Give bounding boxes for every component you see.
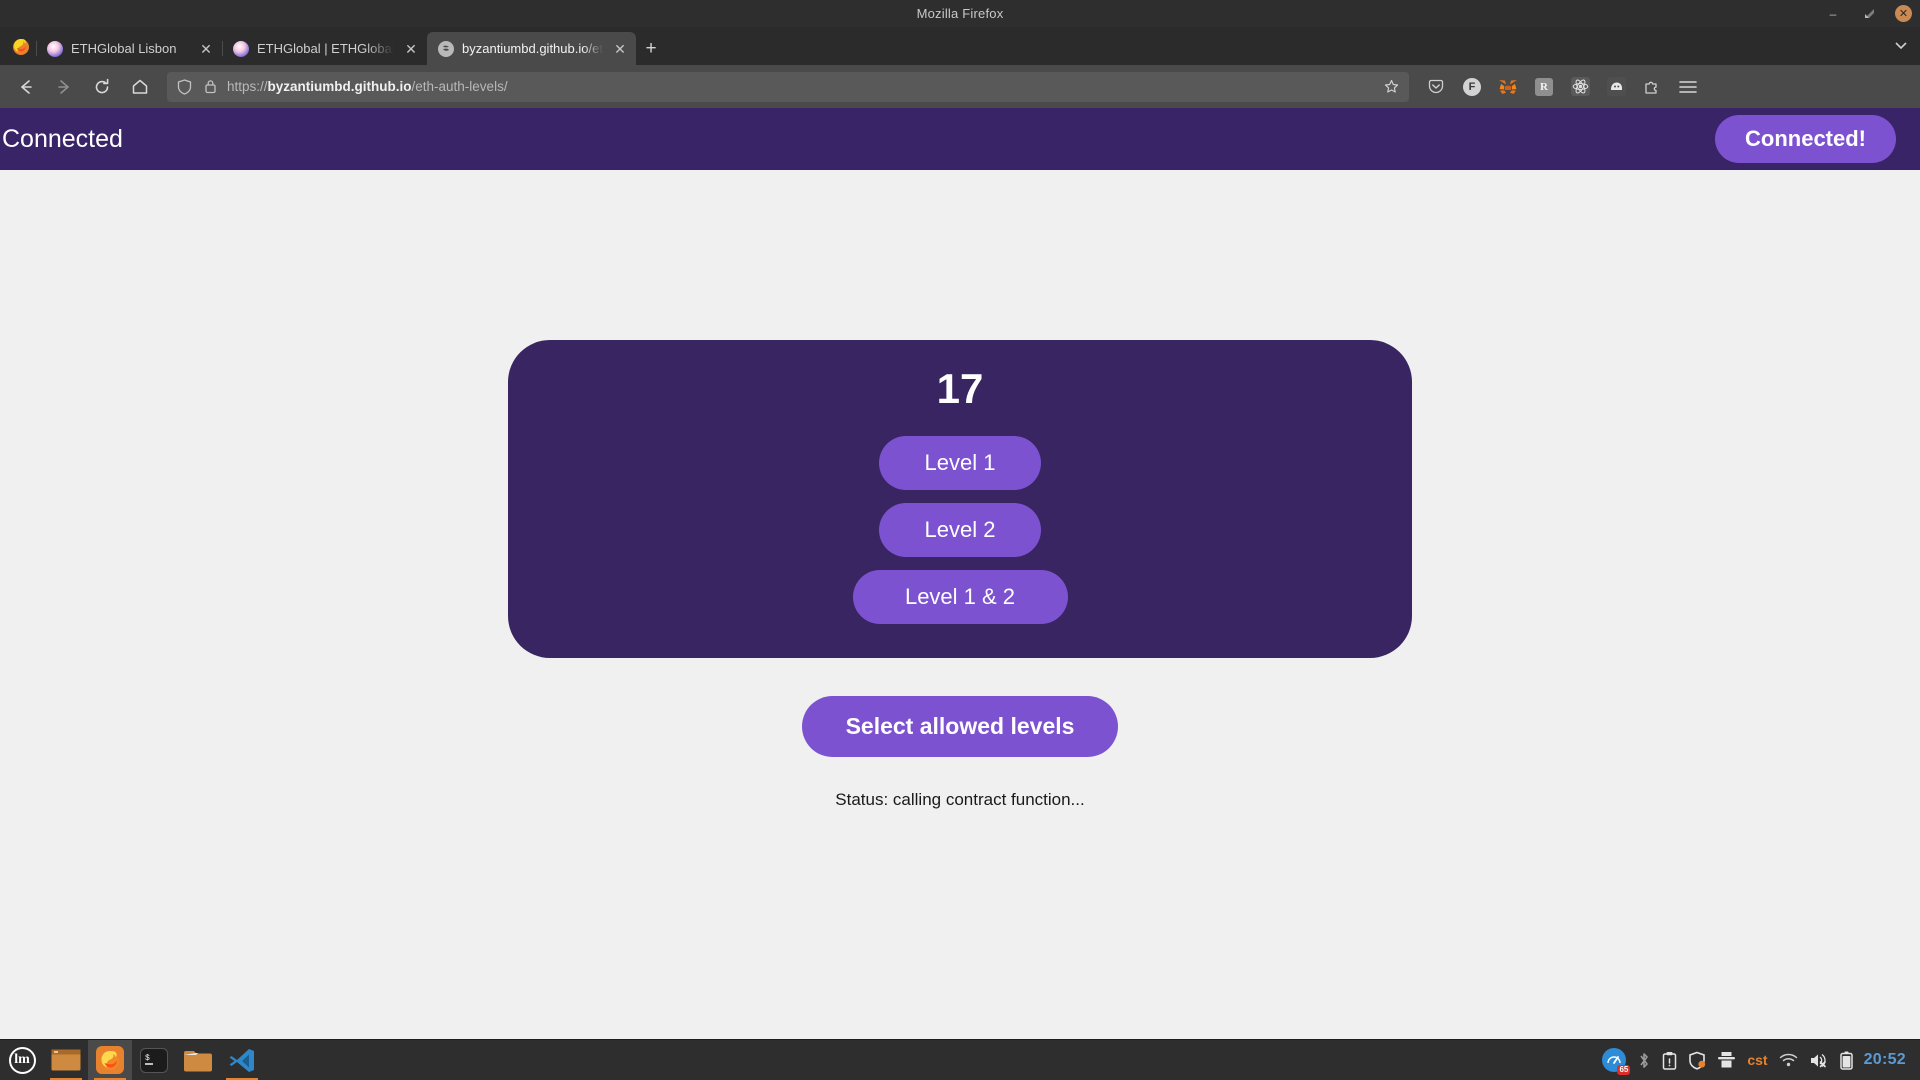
ethglobal-favicon-icon — [47, 40, 63, 57]
rabby-wallet-icon[interactable]: R — [1527, 71, 1561, 103]
url-scheme: https:// — [227, 79, 268, 94]
speedtest-icon[interactable]: 65 — [1602, 1048, 1631, 1075]
mint-menu-label: lm — [8, 1046, 36, 1074]
ethglobal-favicon-icon — [233, 40, 249, 57]
files-taskbar-item[interactable] — [176, 1040, 220, 1080]
wallet-connection-status: Connected — [2, 124, 123, 153]
status-message: Status: calling contract function... — [835, 790, 1085, 809]
hamburger-menu-icon[interactable] — [1671, 71, 1705, 103]
app-header: Connected Connected! — [0, 108, 1920, 170]
window-title: Mozilla Firefox — [916, 6, 1004, 21]
terminal-taskbar-item[interactable]: $ — [132, 1040, 176, 1080]
level-count-value: 17 — [936, 365, 984, 412]
mint-menu-button[interactable]: lm — [0, 1040, 44, 1080]
url-host: byzantiumbd.github.io — [267, 79, 412, 94]
github-pages-favicon-icon — [438, 40, 454, 57]
reload-button[interactable] — [85, 71, 119, 103]
new-tab-button[interactable]: + — [636, 32, 666, 65]
react-devtools-icon[interactable] — [1563, 71, 1597, 103]
tab-title: ETHGlobal Lisbon — [71, 41, 177, 56]
back-button[interactable] — [9, 71, 43, 103]
vscode-taskbar-item[interactable] — [220, 1040, 264, 1080]
wifi-icon[interactable] — [1779, 1052, 1798, 1068]
page-main-content: 17 Level 1 Level 2 Level 1 & 2 Select al… — [0, 170, 1920, 1039]
forward-button[interactable] — [47, 71, 81, 103]
connect-wallet-button[interactable]: Connected! — [1715, 115, 1896, 163]
maximize-restore-button[interactable] — [1859, 4, 1879, 24]
window-list-item[interactable] — [44, 1040, 88, 1080]
speedtest-badge-count: 65 — [1617, 1065, 1631, 1075]
minimize-button[interactable]: – — [1823, 4, 1843, 24]
level-1-and-2-button[interactable]: Level 1 & 2 — [852, 570, 1068, 624]
firefox-taskbar-item[interactable] — [88, 1039, 132, 1080]
tabs-container: ETHGlobal Lisbon ✕ ETHGlobal | ETHGlobal… — [36, 27, 666, 65]
bluetooth-icon[interactable] — [1637, 1051, 1651, 1070]
clock[interactable]: 20:52 — [1864, 1051, 1906, 1069]
close-tab-icon[interactable]: ✕ — [402, 40, 420, 58]
list-all-tabs-icon[interactable] — [1882, 27, 1920, 65]
close-tab-icon[interactable]: ✕ — [197, 40, 215, 58]
metamask-icon[interactable] — [1491, 71, 1525, 103]
keyboard-layout-indicator[interactable]: cst — [1747, 1052, 1767, 1068]
phantom-wallet-icon[interactable] — [1599, 71, 1633, 103]
navigation-toolbar: https://byzantiumbd.github.io/eth-auth-l… — [0, 65, 1920, 108]
browser-window: Mozilla Firefox – ✕ ETHGlobal Lisbon ✕ E… — [0, 0, 1920, 1080]
close-window-button[interactable]: ✕ — [1895, 5, 1912, 22]
page-viewport: Connected Connected! 17 Level 1 Level 2 … — [0, 108, 1920, 1039]
clipboard-icon[interactable] — [1662, 1051, 1677, 1070]
titlebar: Mozilla Firefox – ✕ — [0, 0, 1920, 27]
url-text[interactable]: https://byzantiumbd.github.io/eth-auth-l… — [227, 79, 1373, 94]
battery-icon[interactable] — [1839, 1051, 1853, 1070]
taskbar-apps: lm $ — [0, 1039, 264, 1080]
toolbar-extensions: F R — [1419, 71, 1705, 103]
firefox-logo-icon — [6, 27, 36, 65]
tab-ethglobal-lisbon-2[interactable]: ETHGlobal | ETHGlobal Lisb ✕ — [222, 32, 427, 65]
url-path: /eth-auth-levels/ — [411, 79, 508, 94]
url-bar[interactable]: https://byzantiumbd.github.io/eth-auth-l… — [167, 71, 1409, 102]
window-controls: – ✕ — [1823, 0, 1912, 27]
volume-muted-icon[interactable] — [1809, 1052, 1829, 1069]
extensions-puzzle-icon[interactable] — [1635, 71, 1669, 103]
shield-icon[interactable] — [175, 78, 193, 96]
tab-byzantiumbd-github-io[interactable]: byzantiumbd.github.io/eth-a ✕ — [427, 32, 636, 65]
level-1-button[interactable]: Level 1 — [879, 436, 1041, 490]
svg-text:$: $ — [145, 1054, 150, 1063]
taskbar: lm $ 65 cst 20:52 — [0, 1039, 1920, 1080]
rabby-wallet-label: R — [1535, 77, 1553, 96]
select-allowed-levels-button[interactable]: Select allowed levels — [801, 696, 1119, 757]
lock-icon[interactable] — [201, 78, 219, 96]
star-icon[interactable] — [1381, 77, 1401, 97]
frame-extension-icon[interactable]: F — [1455, 71, 1489, 103]
shield-icon[interactable] — [1688, 1051, 1706, 1070]
tab-title: ETHGlobal | ETHGlobal Lisb — [257, 41, 394, 56]
pocket-icon[interactable] — [1419, 71, 1453, 103]
tab-ethglobal-lisbon[interactable]: ETHGlobal Lisbon ✕ — [36, 32, 222, 65]
printer-icon[interactable] — [1717, 1051, 1736, 1069]
levels-card: 17 Level 1 Level 2 Level 1 & 2 — [508, 340, 1412, 658]
close-tab-icon[interactable]: ✕ — [611, 40, 629, 58]
tab-strip: ETHGlobal Lisbon ✕ ETHGlobal | ETHGlobal… — [0, 27, 1920, 65]
system-tray: 65 cst 20:52 — [1602, 1048, 1920, 1075]
home-button[interactable] — [123, 71, 157, 103]
tab-title: byzantiumbd.github.io/eth-a — [462, 41, 603, 56]
frame-extension-label: F — [1463, 77, 1481, 96]
level-2-button[interactable]: Level 2 — [879, 503, 1041, 557]
